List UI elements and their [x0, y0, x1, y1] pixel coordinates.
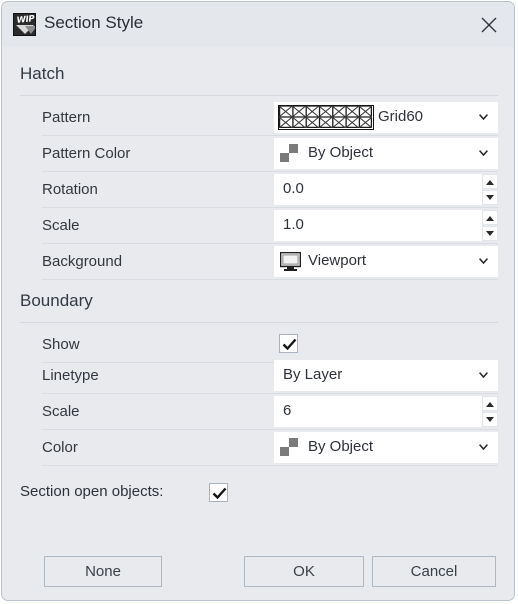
background-dropdown[interactable]: Viewport — [274, 246, 498, 277]
color-dropdown[interactable]: By Object — [274, 432, 498, 463]
linetype-value: By Layer — [283, 366, 343, 383]
row-label-color: Color — [42, 439, 78, 456]
chevron-down-icon[interactable] — [479, 258, 488, 264]
stepper-down-icon[interactable] — [482, 412, 498, 427]
wip-icon-wedge-secondary — [25, 26, 35, 34]
chevron-down-icon[interactable] — [479, 372, 488, 378]
checker-swatch — [280, 144, 299, 163]
row-label-hatch-scale: Scale — [42, 217, 80, 234]
row-linetype: Linetype By Layer — [2, 358, 514, 394]
pattern-dropdown[interactable]: Grid60 — [274, 102, 498, 133]
stepper-down-icon[interactable] — [482, 190, 498, 205]
row-pattern-color: Pattern Color By Object — [2, 136, 514, 172]
stepper-up-icon[interactable] — [482, 396, 498, 411]
ok-button[interactable]: OK — [244, 556, 364, 587]
rotation-stepper[interactable] — [482, 174, 498, 205]
title-bar: WIP Section Style — [2, 2, 514, 47]
section-open-objects-label: Section open objects: — [20, 483, 164, 500]
pattern-color-value: By Object — [308, 144, 374, 161]
row-pattern: Pattern Grid60 — [2, 100, 514, 136]
close-icon[interactable] — [476, 12, 502, 38]
boundary-scale-stepper[interactable] — [482, 396, 498, 427]
show-checkbox[interactable] — [279, 334, 298, 353]
boundary-scale-input[interactable]: 6 — [274, 396, 482, 427]
linetype-dropdown[interactable]: By Layer — [274, 360, 498, 391]
pattern-value: Grid60 — [378, 108, 424, 125]
none-button[interactable]: None — [44, 556, 162, 587]
row-hatch-scale: Scale 1.0 — [2, 208, 514, 244]
hatch-section-heading: Hatch — [20, 64, 65, 83]
background-value: Viewport — [308, 252, 367, 269]
row-label-pattern-color: Pattern Color — [42, 145, 131, 162]
cancel-button[interactable]: Cancel — [372, 556, 496, 587]
hatch-section-divider — [20, 95, 498, 96]
color-value: By Object — [308, 438, 374, 455]
row-label-rotation: Rotation — [42, 181, 98, 198]
row-boundary-scale: Scale 6 — [2, 394, 514, 430]
stepper-up-icon[interactable] — [482, 210, 498, 225]
chevron-down-icon[interactable] — [479, 114, 488, 120]
row-label-linetype: Linetype — [42, 367, 99, 384]
monitor-icon — [280, 252, 301, 271]
section-open-objects-checkbox[interactable] — [209, 483, 228, 502]
row-background: Background Viewport — [2, 244, 514, 280]
boundary-section-heading: Boundary — [20, 291, 93, 310]
stepper-up-icon[interactable] — [482, 174, 498, 189]
checker-swatch — [280, 438, 299, 457]
stepper-down-icon[interactable] — [482, 226, 498, 241]
wip-icon: WIP — [13, 13, 36, 36]
window-title: Section Style — [44, 13, 144, 32]
row-rotation: Rotation 0.0 — [2, 172, 514, 208]
boundary-section-divider — [20, 322, 498, 323]
chevron-down-icon[interactable] — [479, 444, 488, 450]
boundary-scale-value: 6 — [283, 402, 292, 419]
row-divider — [42, 465, 498, 466]
hatch-scale-input[interactable]: 1.0 — [274, 210, 482, 241]
hatch-scale-value: 1.0 — [283, 216, 304, 233]
row-label-show: Show — [42, 336, 80, 353]
chevron-down-icon[interactable] — [479, 150, 488, 156]
rotation-value: 0.0 — [283, 180, 304, 197]
section-style-dialog: WIP Section Style Hatch Pattern Grid60 P… — [1, 1, 515, 601]
rotation-input[interactable]: 0.0 — [274, 174, 482, 205]
row-label-pattern: Pattern — [42, 109, 91, 126]
row-color: Color By Object — [2, 430, 514, 466]
row-label-background: Background — [42, 253, 123, 270]
row-divider — [42, 279, 498, 280]
row-label-boundary-scale: Scale — [42, 403, 80, 420]
hatch-scale-stepper[interactable] — [482, 210, 498, 241]
pattern-color-dropdown[interactable]: By Object — [274, 138, 498, 169]
hatch-pattern-swatch — [278, 105, 374, 130]
